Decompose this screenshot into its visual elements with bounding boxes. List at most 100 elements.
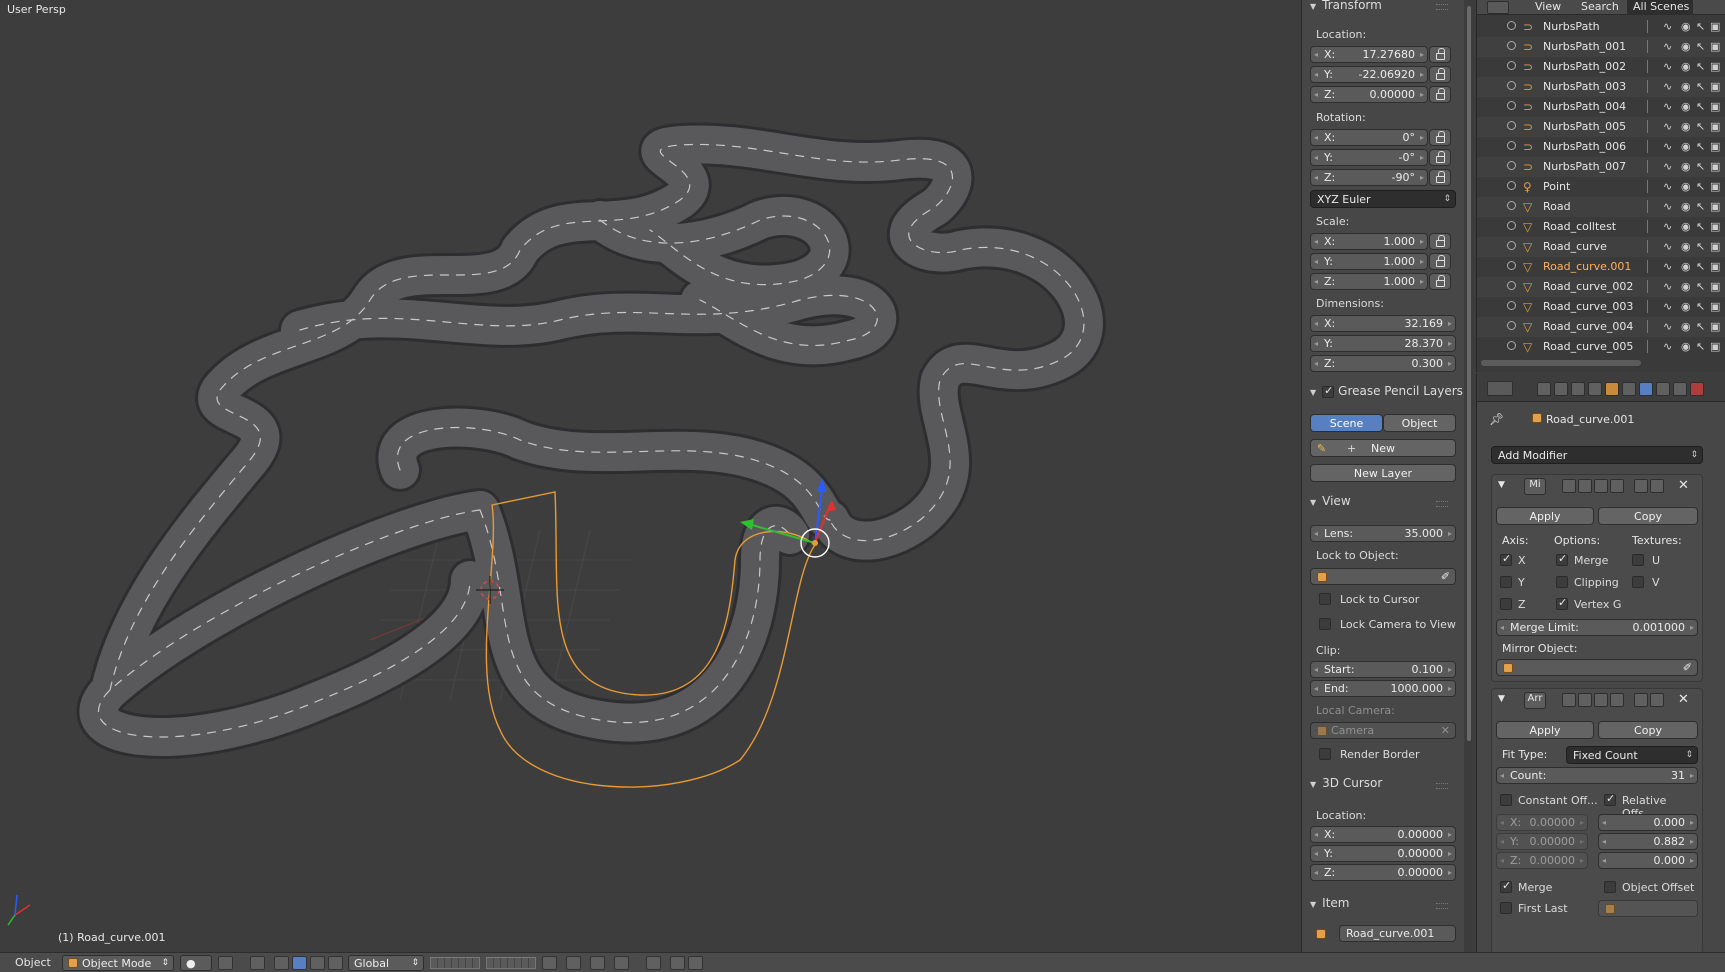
expand-icon[interactable]	[1507, 121, 1516, 130]
mirror-axis-y-checkbox[interactable]	[1500, 576, 1512, 588]
outliner-item-name[interactable]: NurbsPath_006	[1543, 140, 1626, 153]
data-icon[interactable]: ∿	[1663, 20, 1672, 33]
expand-icon[interactable]	[1507, 81, 1516, 90]
eyedropper-icon[interactable]: ✐	[1683, 661, 1692, 674]
camera-render-icon[interactable]: ▣	[1710, 40, 1720, 53]
object-menu[interactable]: Object	[15, 956, 51, 969]
data-icon[interactable]: ∿	[1663, 140, 1672, 153]
outliner-row[interactable]: ⊃ NurbsPath_007 ∿ ◉ ↖ ▣	[1477, 157, 1725, 177]
camera-render-icon[interactable]	[1594, 479, 1608, 493]
pivot-center-icon[interactable]	[250, 956, 265, 970]
relative-y-field[interactable]: 0.882	[1598, 833, 1698, 850]
snap-icon[interactable]	[590, 956, 605, 970]
move-down-icon[interactable]	[1650, 693, 1664, 707]
expand-icon[interactable]	[1507, 321, 1516, 330]
camera-render-icon[interactable]: ▣	[1710, 180, 1720, 193]
array-apply-button[interactable]: Apply	[1496, 721, 1594, 739]
outliner-row[interactable]: ▽ Road_curve.001 ∿ ◉ ↖ ▣	[1477, 257, 1725, 277]
location-x-field[interactable]: X: 17.27680	[1310, 46, 1428, 63]
outliner-item-name[interactable]: NurbsPath	[1543, 20, 1600, 33]
cursor-select-icon[interactable]: ↖	[1696, 140, 1705, 153]
lock-icon[interactable]	[1429, 169, 1451, 186]
eye-icon[interactable]: ◉	[1681, 60, 1691, 73]
eye-icon[interactable]: ◉	[1681, 80, 1691, 93]
camera-render-icon[interactable]: ▣	[1710, 160, 1720, 173]
eye-icon[interactable]: ◉	[1681, 220, 1691, 233]
camera-render-icon[interactable]: ▣	[1710, 240, 1720, 253]
cursor-select-icon[interactable]: ↖	[1696, 100, 1705, 113]
grease-pencil-header[interactable]: Grease Pencil Layers	[1310, 384, 1463, 398]
outliner-item-name[interactable]: NurbsPath_005	[1543, 120, 1626, 133]
cursor-select-icon[interactable]: ↖	[1696, 180, 1705, 193]
count-field[interactable]: Count: 31	[1496, 767, 1698, 784]
lock-icon[interactable]	[1429, 253, 1451, 270]
clipping-checkbox[interactable]	[1556, 576, 1568, 588]
camera-render-icon[interactable]: ▣	[1710, 260, 1720, 273]
outliner-item-name[interactable]: Road_curve_004	[1543, 320, 1633, 333]
data-icon[interactable]: ∿	[1663, 220, 1672, 233]
expand-icon[interactable]	[1507, 21, 1516, 30]
data-icon[interactable]: ∿	[1663, 200, 1672, 213]
camera-render-icon[interactable]	[1594, 693, 1608, 707]
data-icon[interactable]: ∿	[1663, 240, 1672, 253]
constant-z-field[interactable]: Z: 0.00000	[1496, 852, 1588, 869]
3d-cursor-header[interactable]: 3D Cursor	[1310, 776, 1382, 790]
data-tab-icon[interactable]	[1656, 382, 1670, 396]
cursor-select-icon[interactable]: ↖	[1696, 300, 1705, 313]
cage-icon[interactable]	[1610, 479, 1624, 493]
lock-icon[interactable]	[1429, 149, 1451, 166]
opengl-render-icon[interactable]	[646, 956, 661, 970]
drag-handle-icon[interactable]	[1436, 501, 1448, 507]
texture-tab-icon[interactable]	[1690, 382, 1704, 396]
mirror-copy-button[interactable]: Copy	[1598, 507, 1698, 525]
expand-icon[interactable]	[1507, 61, 1516, 70]
eye-icon[interactable]: ◉	[1681, 160, 1691, 173]
modifier-name-field[interactable]: Mi	[1524, 478, 1546, 495]
eye-icon[interactable]: ◉	[1681, 320, 1691, 333]
scale-icon[interactable]	[328, 956, 343, 970]
outliner-hscroll[interactable]	[1481, 360, 1641, 366]
expand-icon[interactable]	[1507, 241, 1516, 250]
camera-render-icon[interactable]: ▣	[1710, 20, 1720, 33]
expand-icon[interactable]	[1507, 41, 1516, 50]
rotation-z-field[interactable]: Z: -90°	[1310, 169, 1428, 186]
shading-dropdown[interactable]: ●	[180, 955, 212, 971]
eye-icon[interactable]: ◉	[1681, 140, 1691, 153]
editmode-icon[interactable]	[1562, 693, 1576, 707]
drag-handle-icon[interactable]	[1436, 4, 1448, 10]
render-tab-icon[interactable]	[1537, 382, 1551, 396]
expand-icon[interactable]	[1507, 201, 1516, 210]
cursor-select-icon[interactable]: ↖	[1696, 340, 1705, 353]
scene-tab-icon[interactable]	[1571, 382, 1585, 396]
mirror-apply-button[interactable]: Apply	[1496, 507, 1594, 525]
layers-grid[interactable]	[486, 957, 536, 969]
item-header[interactable]: Item	[1310, 896, 1349, 910]
expand-icon[interactable]	[1507, 301, 1516, 310]
grease-scene-button[interactable]: Scene	[1310, 414, 1383, 432]
outliner-row[interactable]: ⊃ NurbsPath_006 ∿ ◉ ↖ ▣	[1477, 137, 1725, 157]
mirror-object-field[interactable]: ✐	[1496, 659, 1698, 676]
cage-icon[interactable]	[1610, 693, 1624, 707]
texture-v-checkbox[interactable]	[1632, 576, 1644, 588]
lock-layers-icon[interactable]	[542, 956, 557, 970]
data-icon[interactable]: ∿	[1663, 280, 1672, 293]
object-offset-checkbox[interactable]	[1604, 881, 1616, 893]
view-header[interactable]: View	[1310, 494, 1350, 508]
data-icon[interactable]: ∿	[1663, 60, 1672, 73]
translate-icon[interactable]	[292, 956, 307, 970]
modifiers-tab-icon[interactable]	[1639, 382, 1653, 396]
outliner-row[interactable]: ▽ Road_curve ∿ ◉ ↖ ▣	[1477, 237, 1725, 257]
outliner-row[interactable]: ♀ Point ∿ ◉ ↖ ▣	[1477, 177, 1725, 197]
camera-render-icon[interactable]: ▣	[1710, 220, 1720, 233]
lock-icon[interactable]	[1429, 273, 1451, 290]
material-tab-icon[interactable]	[1673, 382, 1687, 396]
rotation-mode-dropdown[interactable]: XYZ Euler	[1310, 190, 1456, 208]
add-modifier-dropdown[interactable]: Add Modifier	[1491, 446, 1703, 464]
dimensions-y-field[interactable]: Y: 28.370	[1310, 335, 1456, 352]
camera-render-icon[interactable]: ▣	[1710, 340, 1720, 353]
drag-handle-icon[interactable]	[1436, 783, 1448, 789]
outliner-item-name[interactable]: NurbsPath_002	[1543, 60, 1626, 73]
outliner-search-menu[interactable]: Search	[1581, 0, 1619, 13]
close-icon[interactable]: ✕	[1678, 692, 1689, 707]
outliner-row[interactable]: ▽ Road_curve_005 ∿ ◉ ↖ ▣	[1477, 337, 1725, 357]
